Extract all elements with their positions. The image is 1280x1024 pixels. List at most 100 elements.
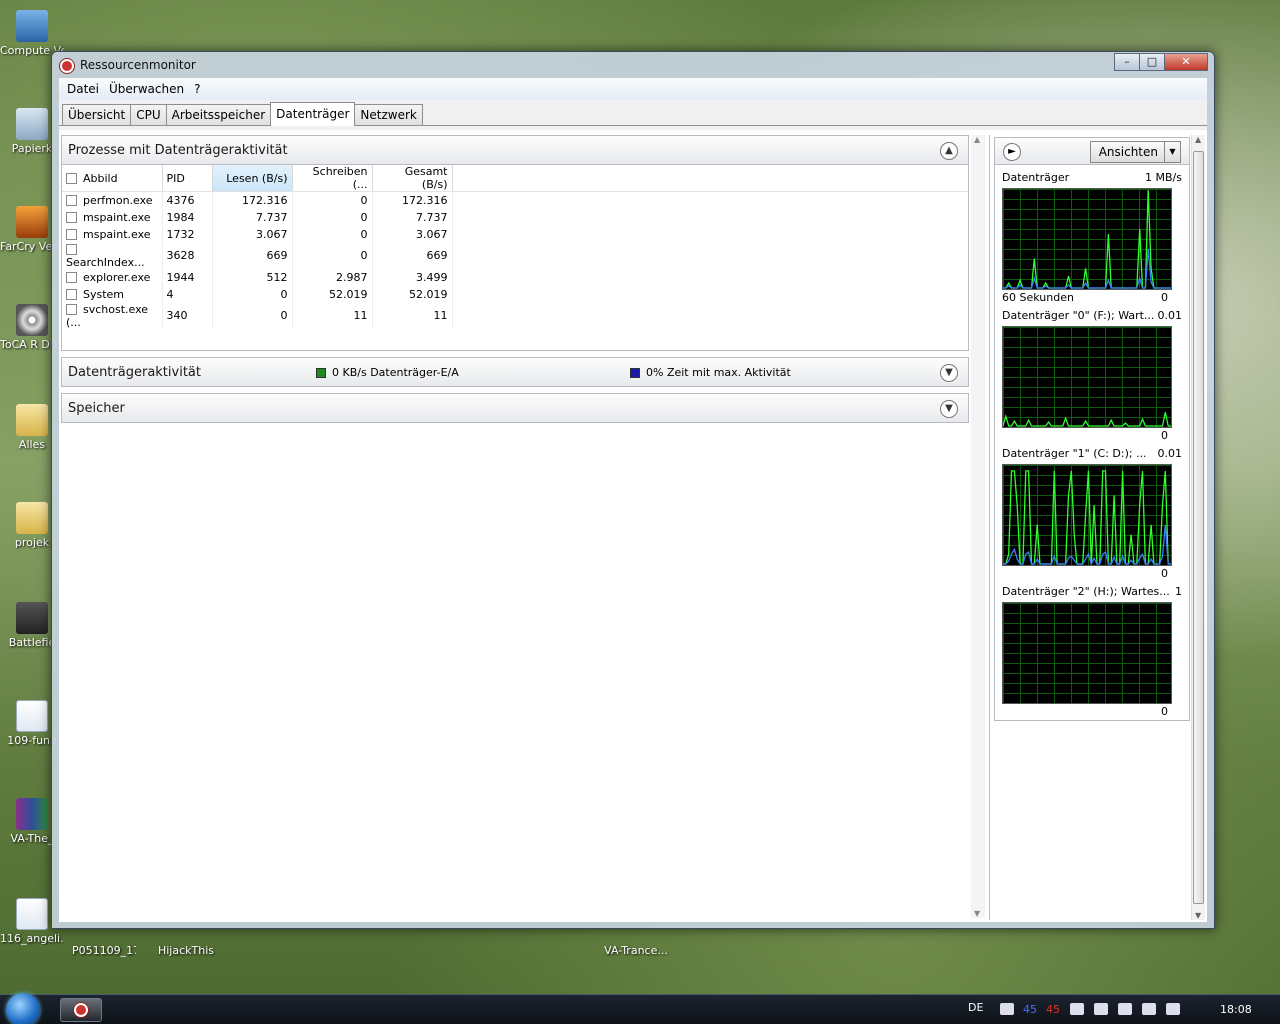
graph-title-row: Datenträger "1" (C: D:); ... 0.01 — [1002, 447, 1182, 461]
table-row[interactable]: svchost.exe (... 340 0 11 11 — [62, 302, 968, 329]
graph-min-value: 0 — [1161, 567, 1168, 580]
column-header-total[interactable]: Gesamt (B/s) — [372, 165, 453, 192]
taskbar: DE 45 45 18:08 — [0, 993, 1280, 1024]
network-tray-icon[interactable] — [1070, 1003, 1084, 1015]
table-row[interactable]: mspaint.exe 1732 3.067 0 3.067 — [62, 225, 968, 243]
taskbar-resource-monitor-button[interactable] — [60, 998, 102, 1022]
desktop-icon-label: P051109_17... — [72, 944, 136, 957]
dropdown-arrow-icon[interactable]: ▼ — [1164, 142, 1180, 162]
cpu-temp-2[interactable]: 45 — [1046, 1003, 1060, 1016]
menu-help[interactable]: ? — [190, 82, 204, 96]
row-checkbox[interactable] — [66, 289, 77, 300]
resource-monitor-icon — [60, 59, 74, 73]
io-legend: 0 KB/s Datenträger-E/A — [316, 366, 459, 379]
io-legend-label: 0 KB/s Datenträger-E/A — [332, 366, 459, 379]
tab-cpu[interactable]: CPU — [130, 104, 167, 125]
disk-activity-graph — [1002, 464, 1172, 566]
row-filler — [452, 226, 968, 243]
graph-title: Datenträger — [1002, 171, 1070, 184]
graph-time-span: 60 Sekunden — [1002, 291, 1074, 304]
flag-icon[interactable] — [1000, 1003, 1014, 1015]
tab-datentraeger[interactable]: Datenträger — [270, 102, 356, 126]
row-checkbox[interactable] — [66, 272, 77, 283]
menu-datei[interactable]: Datei — [63, 82, 103, 96]
row-filler — [452, 286, 968, 303]
graphs-header: ► Ansichten ▼ — [994, 137, 1190, 165]
close-button[interactable]: ✕ — [1164, 53, 1208, 71]
tab-arbeitsspeicher[interactable]: Arbeitsspeicher — [165, 104, 272, 125]
tab-uebersicht[interactable]: Übersicht — [62, 104, 132, 125]
graph-svg — [1003, 603, 1171, 703]
graph-title: Datenträger "1" (C: D:); ... — [1002, 447, 1147, 460]
green-trace — [1003, 470, 1171, 565]
column-header-read[interactable]: Lesen (B/s) — [212, 165, 293, 192]
right-scrollbar[interactable]: ▲ ▼ — [1191, 135, 1205, 920]
folder-alles-icon — [16, 404, 48, 436]
menu-ueberwachen[interactable]: Überwachen — [105, 82, 188, 96]
graph-title: Datenträger "2" (H:); Wartes... — [1002, 585, 1170, 598]
minimize-button[interactable]: – — [1114, 53, 1140, 71]
process-pid: 4376 — [162, 191, 213, 209]
desktop-icon-va-trance[interactable]: VA-Trance... — [600, 944, 672, 957]
time-legend: 0% Zeit mit max. Aktivität — [630, 366, 791, 379]
monitor-tray-icon[interactable] — [1118, 1003, 1132, 1015]
window-title: Ressourcenmonitor — [80, 58, 196, 72]
graph-footer: 0 — [1002, 429, 1168, 443]
left-pane: Prozesse mit Datenträgeraktivität ▲ Abbi… — [61, 135, 979, 920]
volume-icon[interactable] — [1166, 1003, 1180, 1015]
column-header-image[interactable]: Abbild — [62, 165, 163, 192]
table-row[interactable]: mspaint.exe 1984 7.737 0 7.737 — [62, 208, 968, 226]
column-header-filler — [452, 165, 968, 192]
desktop-icon-hijackthis[interactable]: HijackThis — [154, 944, 218, 957]
left-scrollbar[interactable]: ▲ ▼ — [971, 135, 985, 918]
chevron-down-icon[interactable]: ▼ — [940, 364, 958, 382]
resource-monitor-icon — [74, 1003, 88, 1017]
process-image: mspaint.exe — [62, 225, 163, 243]
process-total: 172.316 — [372, 191, 453, 209]
chevron-up-icon[interactable]: ▲ — [940, 142, 958, 160]
process-read: 512 — [212, 268, 293, 286]
clock[interactable]: 18:08 — [1220, 1003, 1252, 1016]
processes-table-body: perfmon.exe 4376 172.316 0 172.316 mspaint.ex… — [62, 191, 968, 329]
row-checkbox[interactable] — [66, 304, 77, 315]
process-read: 669 — [212, 242, 293, 269]
column-header-pid[interactable]: PID — [162, 165, 213, 192]
row-filler — [452, 303, 968, 329]
start-button[interactable] — [6, 993, 40, 1024]
memory-section-header[interactable]: Speicher ▼ — [61, 393, 969, 423]
column-header-write[interactable]: Schreiben (... — [292, 165, 373, 192]
graph-svg — [1003, 412, 1171, 427]
row-checkbox[interactable] — [66, 229, 77, 240]
table-row[interactable]: SearchIndex... 3628 669 0 669 — [62, 242, 968, 269]
windows-tray-icon[interactable] — [1094, 1003, 1108, 1015]
process-image: svchost.exe (... — [62, 302, 163, 329]
connection-tray-icon[interactable] — [1142, 1003, 1156, 1015]
chevron-down-icon[interactable]: ▼ — [940, 400, 958, 418]
process-write: 0 — [292, 191, 373, 209]
language-indicator[interactable]: DE — [968, 1001, 983, 1014]
title-bar[interactable]: Ressourcenmonitor – □ ✕ — [52, 52, 1214, 78]
maximize-button[interactable]: □ — [1139, 53, 1165, 71]
row-checkbox[interactable] — [66, 244, 77, 255]
activity-section-header[interactable]: Datenträgeraktivität 0 KB/s Datenträger-… — [61, 357, 969, 387]
process-write: 11 — [292, 302, 373, 329]
processes-section-header[interactable]: Prozesse mit Datenträgeraktivität ▲ — [61, 135, 969, 165]
table-row[interactable]: perfmon.exe 4376 172.316 0 172.316 — [62, 191, 968, 209]
select-all-checkbox[interactable] — [66, 173, 77, 184]
scrollbar-thumb[interactable] — [1193, 151, 1204, 904]
right-pane: ► Ansichten ▼ Datenträger 1 MB/s 60 Sekund… — [989, 135, 1205, 920]
views-dropdown[interactable]: Ansichten ▼ — [1089, 141, 1181, 163]
row-checkbox[interactable] — [66, 195, 77, 207]
views-dropdown-label: Ansichten — [1098, 145, 1158, 159]
row-checkbox[interactable] — [66, 212, 77, 223]
computer-icon — [16, 10, 48, 42]
chevron-right-icon[interactable]: ► — [1003, 143, 1021, 161]
desktop-icon-p051109[interactable]: P051109_17... — [72, 944, 136, 957]
tab-netzwerk[interactable]: Netzwerk — [354, 104, 423, 125]
cpu-temp-1[interactable]: 45 — [1023, 1003, 1037, 1016]
table-row[interactable]: explorer.exe 1944 512 2.987 3.499 — [62, 268, 968, 286]
desktop-icon[interactable]: Compute Verknüpf — [0, 10, 64, 57]
table-row[interactable]: System 4 0 52.019 52.019 — [62, 285, 968, 303]
graph-title-row: Datenträger "2" (H:); Wartes... 1 — [1002, 585, 1182, 599]
graph-title-row: Datenträger 1 MB/s — [1002, 171, 1182, 185]
